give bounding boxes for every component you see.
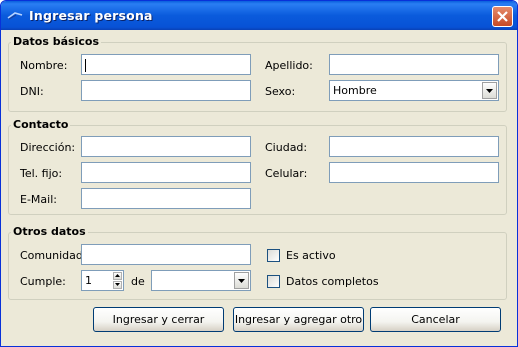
window-title: Ingresar persona [29,8,153,23]
group-contact-title: Contacto [11,118,71,131]
apellido-input[interactable] [329,54,499,75]
dialog-window: Ingresar persona Datos básicos Nombre: A… [0,0,518,347]
dni-input[interactable] [81,80,251,101]
close-button[interactable] [492,6,513,27]
direccion-label: Dirección: [20,141,76,154]
group-other-title: Otros datos [11,225,88,238]
direccion-input[interactable] [81,136,251,157]
chevron-down-icon [238,279,245,283]
email-label: E-Mail: [20,193,57,206]
chevron-down-icon [115,283,120,286]
datos-completos-label[interactable]: Datos completos [286,275,379,288]
month-dropdown-button[interactable] [234,272,249,289]
celular-label: Celular: [265,167,308,180]
datos-completos-checkbox[interactable] [267,275,280,288]
stepper-up-button[interactable] [113,272,122,280]
es-activo-checkbox[interactable] [267,249,280,262]
sexo-dropdown-button[interactable] [482,82,497,99]
save-close-button[interactable]: Ingresar y cerrar [93,307,224,332]
app-icon [7,12,23,20]
cumple-label: Cumple: [20,275,66,288]
group-basic-data: Datos básicos [8,35,507,112]
telfijo-label: Tel. fijo: [20,167,63,180]
nombre-input[interactable] [81,54,251,75]
save-add-button[interactable]: Ingresar y agregar otro [233,307,364,332]
stepper-buttons [113,272,122,289]
cancel-button[interactable]: Cancelar [370,307,501,332]
group-basic-title: Datos básicos [11,35,101,48]
text-caret [85,59,86,72]
cumple-month-select[interactable] [151,270,251,291]
ciudad-label: Ciudad: [265,141,308,154]
title-bar[interactable]: Ingresar persona [1,1,517,30]
nombre-label: Nombre: [20,59,68,72]
cumple-day-stepper[interactable]: 1 [81,270,124,291]
email-input[interactable] [81,188,251,209]
dialog-content: Datos básicos Nombre: Apellido: DNI: Sex… [4,30,514,344]
comunidad-input[interactable] [81,244,251,265]
ciudad-input[interactable] [329,136,499,157]
close-icon [497,11,508,22]
dni-label: DNI: [20,85,44,98]
chevron-down-icon [486,89,493,93]
de-label: de [131,275,145,288]
telfijo-input[interactable] [81,162,251,183]
cumple-day-value: 1 [85,274,92,287]
comunidad-label: Comunidad: [20,249,87,262]
stepper-down-button[interactable] [113,281,122,289]
sexo-value: Hombre [333,84,377,97]
apellido-label: Apellido: [265,59,313,72]
es-activo-label[interactable]: Es activo [286,249,336,262]
sexo-label: Sexo: [265,85,296,98]
celular-input[interactable] [329,162,499,183]
chevron-up-icon [115,274,120,277]
sexo-select[interactable]: Hombre [329,80,499,101]
